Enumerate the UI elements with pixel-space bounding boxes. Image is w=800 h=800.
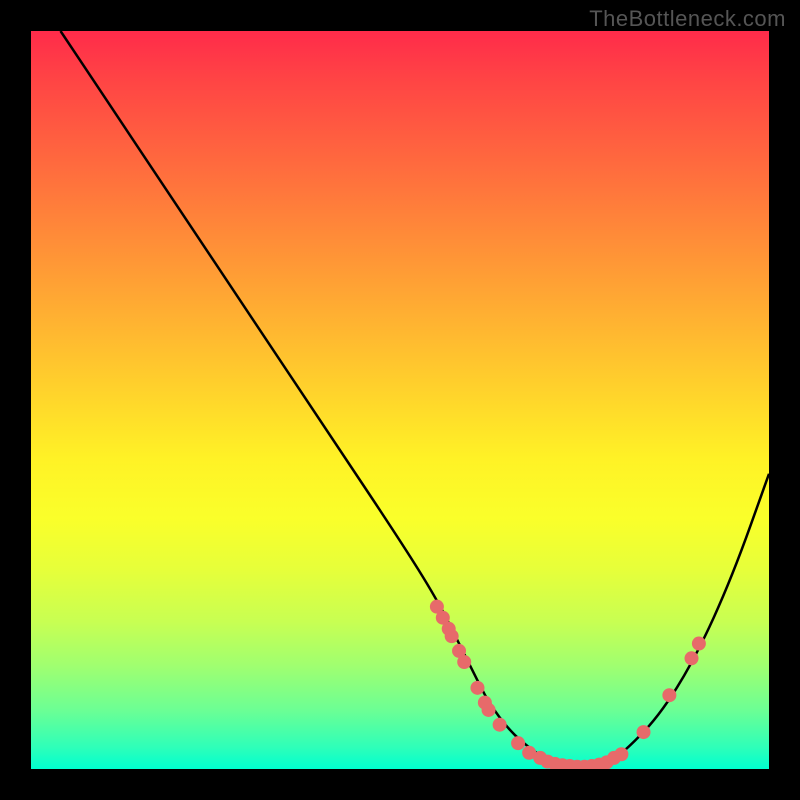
chart-plot-area <box>31 31 769 769</box>
data-marker <box>685 651 699 665</box>
data-marker <box>637 725 651 739</box>
data-marker <box>470 681 484 695</box>
data-marker <box>511 736 525 750</box>
data-marker <box>493 718 507 732</box>
bottleneck-curve <box>61 31 769 766</box>
data-marker <box>457 655 471 669</box>
data-marker <box>614 747 628 761</box>
data-marker <box>482 703 496 717</box>
data-marker <box>662 688 676 702</box>
watermark-text: TheBottleneck.com <box>589 6 786 32</box>
data-marker <box>445 629 459 643</box>
chart-svg <box>31 31 769 769</box>
data-marker <box>692 637 706 651</box>
